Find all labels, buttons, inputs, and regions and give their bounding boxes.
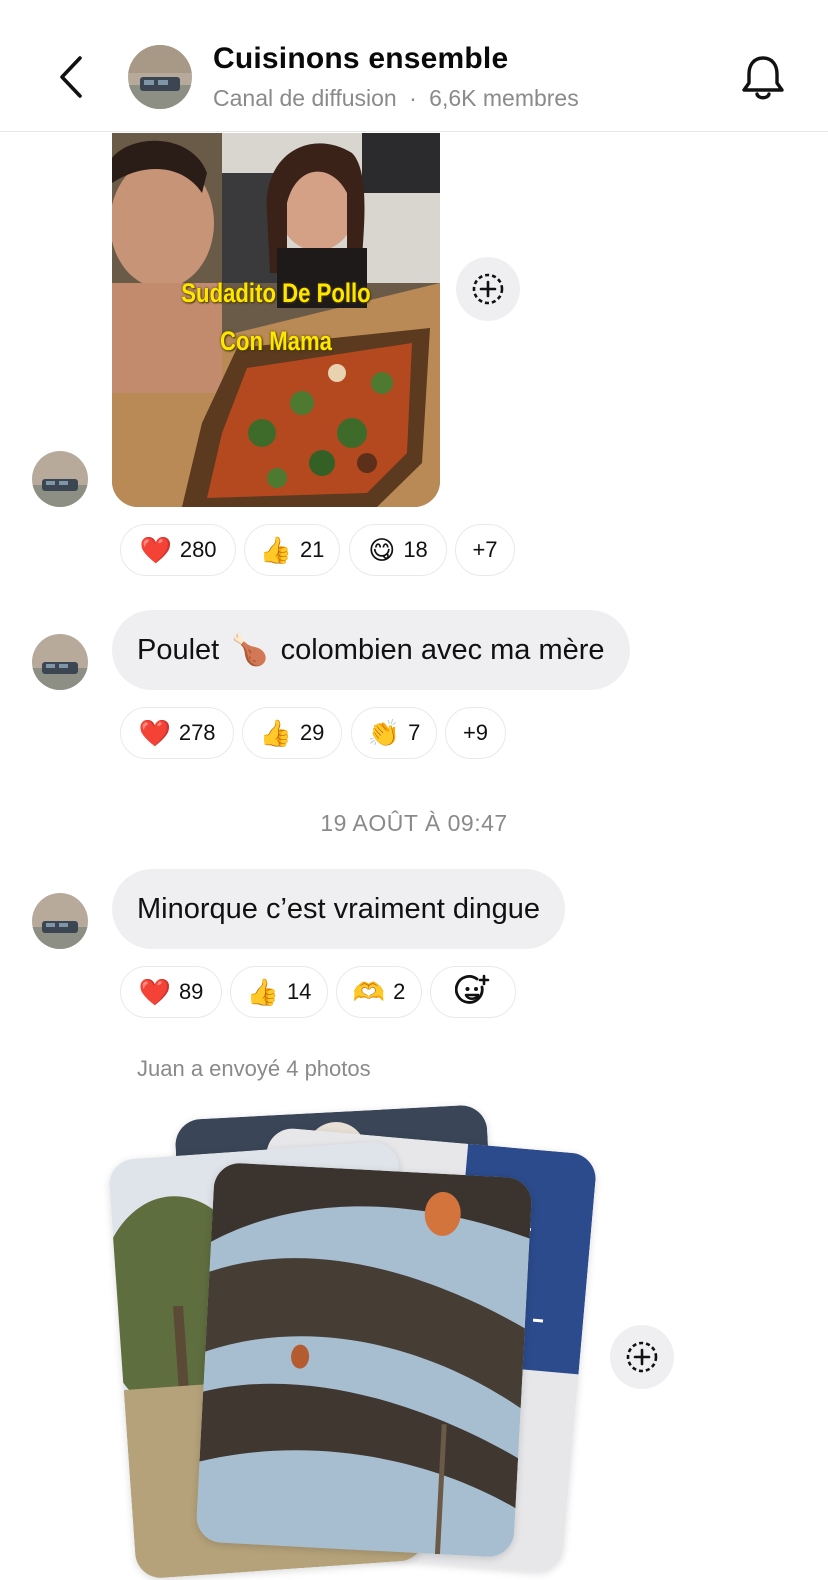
channel-type: Canal de diffusion xyxy=(213,85,397,111)
photo-1[interactable] xyxy=(195,1161,533,1559)
member-count: 6,6K membres xyxy=(429,85,579,111)
channel-header: Cuisinons ensemble Canal de diffusion · … xyxy=(0,0,828,132)
message-text: Minorque c’est vraiment dingue xyxy=(137,892,540,925)
heart-hands-icon: 🫶 xyxy=(352,977,386,1007)
heart-icon: ❤️ xyxy=(138,718,171,748)
reaction-thumbs-up[interactable]: 👍 21 xyxy=(244,524,340,576)
reaction-yum[interactable]: 😋 18 xyxy=(349,524,447,576)
message-text: Poulet xyxy=(137,633,220,666)
reaction-heart[interactable]: ❤️ 278 xyxy=(120,707,234,759)
thumbs-up-icon: 👍 xyxy=(259,535,292,565)
back-button[interactable] xyxy=(52,52,92,102)
photos-sent-note: Juan a envoyé 4 photos xyxy=(137,1056,371,1081)
video-overlay-title-line2: Con Mama xyxy=(220,326,332,356)
add-circle-icon xyxy=(626,1341,658,1373)
sender-avatar[interactable] xyxy=(32,634,88,690)
reaction-count: 14 xyxy=(286,979,312,1004)
heart-icon: ❤️ xyxy=(139,535,172,565)
add-circle-icon xyxy=(472,273,504,305)
channel-avatar[interactable] xyxy=(128,45,192,109)
drumstick-icon: 🍗 xyxy=(231,633,269,667)
reaction-thumbs-up[interactable]: 👍 14 xyxy=(230,966,328,1018)
reaction-heart[interactable]: ❤️ 280 xyxy=(120,524,236,576)
bell-icon xyxy=(742,56,784,100)
reaction-count: 2 xyxy=(393,979,406,1004)
reaction-count: 18 xyxy=(403,537,428,562)
reaction-count: 21 xyxy=(299,537,325,562)
reaction-clap[interactable]: 👏 7 xyxy=(351,707,437,759)
yum-face-icon: 😋 xyxy=(368,535,396,565)
message-bubble[interactable]: Poulet 🍗 colombien avec ma mère xyxy=(112,610,630,690)
reaction-thumbs-up[interactable]: 👍 29 xyxy=(242,707,342,759)
reaction-count: 7 xyxy=(408,720,421,745)
timestamp-divider: 19 AOÛT À 09:47 xyxy=(320,810,508,836)
reaction-heart-hands[interactable]: 🫶 2 xyxy=(336,966,422,1018)
add-reaction-icon xyxy=(455,974,490,1004)
reaction-more[interactable]: +7 xyxy=(455,524,515,576)
message-text: colombien avec ma mère xyxy=(280,633,605,666)
add-reaction-button[interactable] xyxy=(430,966,516,1018)
channel-title[interactable]: Cuisinons ensemble xyxy=(213,42,508,76)
reaction-count: 29 xyxy=(299,720,325,745)
video-thumbnail[interactable]: Sudadito De Pollo Con Mama xyxy=(112,133,440,507)
channel-subtitle[interactable]: Canal de diffusion · 6,6K membres xyxy=(213,85,579,112)
notifications-button[interactable] xyxy=(738,52,788,104)
thumbs-up-icon: 👍 xyxy=(246,977,279,1007)
reaction-count: 278 xyxy=(178,720,216,745)
reaction-heart[interactable]: ❤️ 89 xyxy=(120,966,222,1018)
video-overlay-title-line1: Sudadito De Pollo xyxy=(181,278,371,308)
subtitle-separator: · xyxy=(409,85,417,111)
sender-avatar[interactable] xyxy=(32,893,88,949)
reaction-count: 89 xyxy=(178,979,204,1004)
reaction-count: 280 xyxy=(179,537,217,562)
reaction-more-count: +7 xyxy=(472,537,498,562)
chevron-left-icon xyxy=(60,56,82,98)
reaction-more-count: +9 xyxy=(462,720,489,745)
message-bubble[interactable]: Minorque c’est vraiment dingue xyxy=(112,869,565,949)
share-button[interactable] xyxy=(610,1325,674,1389)
reaction-more[interactable]: +9 xyxy=(445,707,506,759)
sender-avatar[interactable] xyxy=(32,451,88,507)
heart-icon: ❤️ xyxy=(138,977,171,1007)
thumbs-up-icon: 👍 xyxy=(259,718,292,748)
clap-icon: 👏 xyxy=(367,718,401,748)
share-button[interactable] xyxy=(456,257,520,321)
